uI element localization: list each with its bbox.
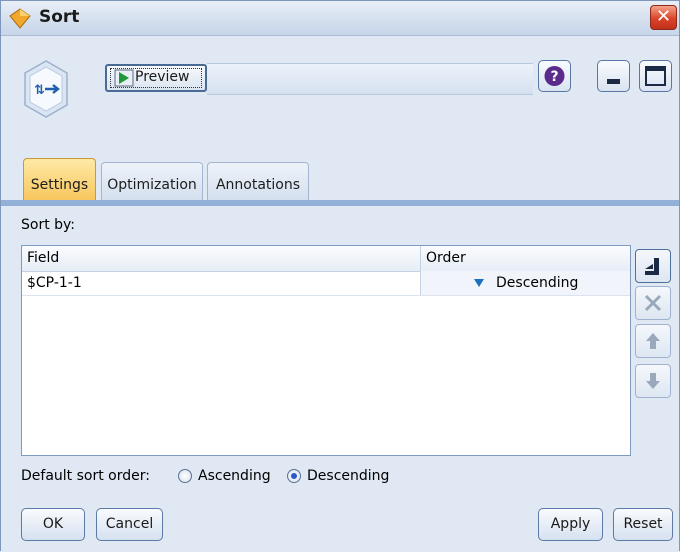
help-icon: ? <box>544 66 565 86</box>
ok-button[interactable]: OK <box>21 508 85 541</box>
default-sort-order-label: Default sort order: <box>21 468 150 484</box>
row-field-value[interactable]: $CP-1-1 <box>27 275 82 291</box>
settings-panel: Sort by: Field Order $CP-1-1 Descending <box>1 206 679 552</box>
preview-label: Preview <box>135 69 190 85</box>
ascending-radio[interactable] <box>178 469 192 483</box>
close-button[interactable]: ✕ <box>650 5 677 30</box>
svg-text:?: ? <box>550 69 558 85</box>
sort-node-icon: ⇅ <box>24 60 68 118</box>
column-header-field[interactable]: Field <box>27 250 59 266</box>
reset-button[interactable]: Reset <box>613 508 673 541</box>
descending-radio-label[interactable]: Descending <box>307 468 389 484</box>
tab-optimization[interactable]: Optimization <box>101 162 203 200</box>
svg-text:⇅: ⇅ <box>34 83 45 98</box>
move-up-button[interactable] <box>635 324 671 358</box>
move-down-button[interactable] <box>635 364 671 398</box>
tab-settings[interactable]: Settings <box>23 158 96 202</box>
descending-radio[interactable] <box>287 469 301 483</box>
minimize-button[interactable] <box>597 60 630 92</box>
delete-button[interactable] <box>635 286 671 320</box>
ascending-radio-label[interactable]: Ascending <box>198 468 271 484</box>
cancel-button[interactable]: Cancel <box>96 508 163 541</box>
sort-dialog: Sort ✕ ⇅ Preview ? Settings Optimization… <box>0 0 680 552</box>
sort-fields-table[interactable]: Field Order $CP-1-1 Descending <box>21 245 631 456</box>
window-title: Sort <box>39 7 80 27</box>
minimize-icon <box>607 79 620 84</box>
apply-button[interactable]: Apply <box>538 508 603 541</box>
maximize-button[interactable] <box>639 60 672 92</box>
preview-button[interactable]: Preview <box>105 64 207 92</box>
add-field-button[interactable] <box>635 249 671 283</box>
tab-bar: Settings Optimization Annotations <box>1 156 679 202</box>
toolbar-strip <box>207 63 533 95</box>
table-row[interactable]: $CP-1-1 Descending <box>22 271 630 296</box>
maximize-icon <box>645 66 666 86</box>
column-header-order[interactable]: Order <box>426 250 466 266</box>
table-header: Field Order <box>22 246 630 272</box>
descending-arrow-icon <box>474 279 484 287</box>
delete-icon <box>644 294 662 312</box>
arrow-up-icon <box>646 333 660 349</box>
preview-icon <box>114 69 134 87</box>
sort-node-diamond-icon <box>9 8 31 29</box>
field-picker-icon <box>645 258 659 275</box>
title-bar[interactable]: Sort ✕ <box>1 1 679 36</box>
tab-annotations[interactable]: Annotations <box>207 162 309 200</box>
sort-by-label: Sort by: <box>21 217 76 233</box>
row-order-value[interactable]: Descending <box>496 275 578 291</box>
arrow-down-icon <box>646 373 660 389</box>
help-button[interactable]: ? <box>538 60 571 92</box>
